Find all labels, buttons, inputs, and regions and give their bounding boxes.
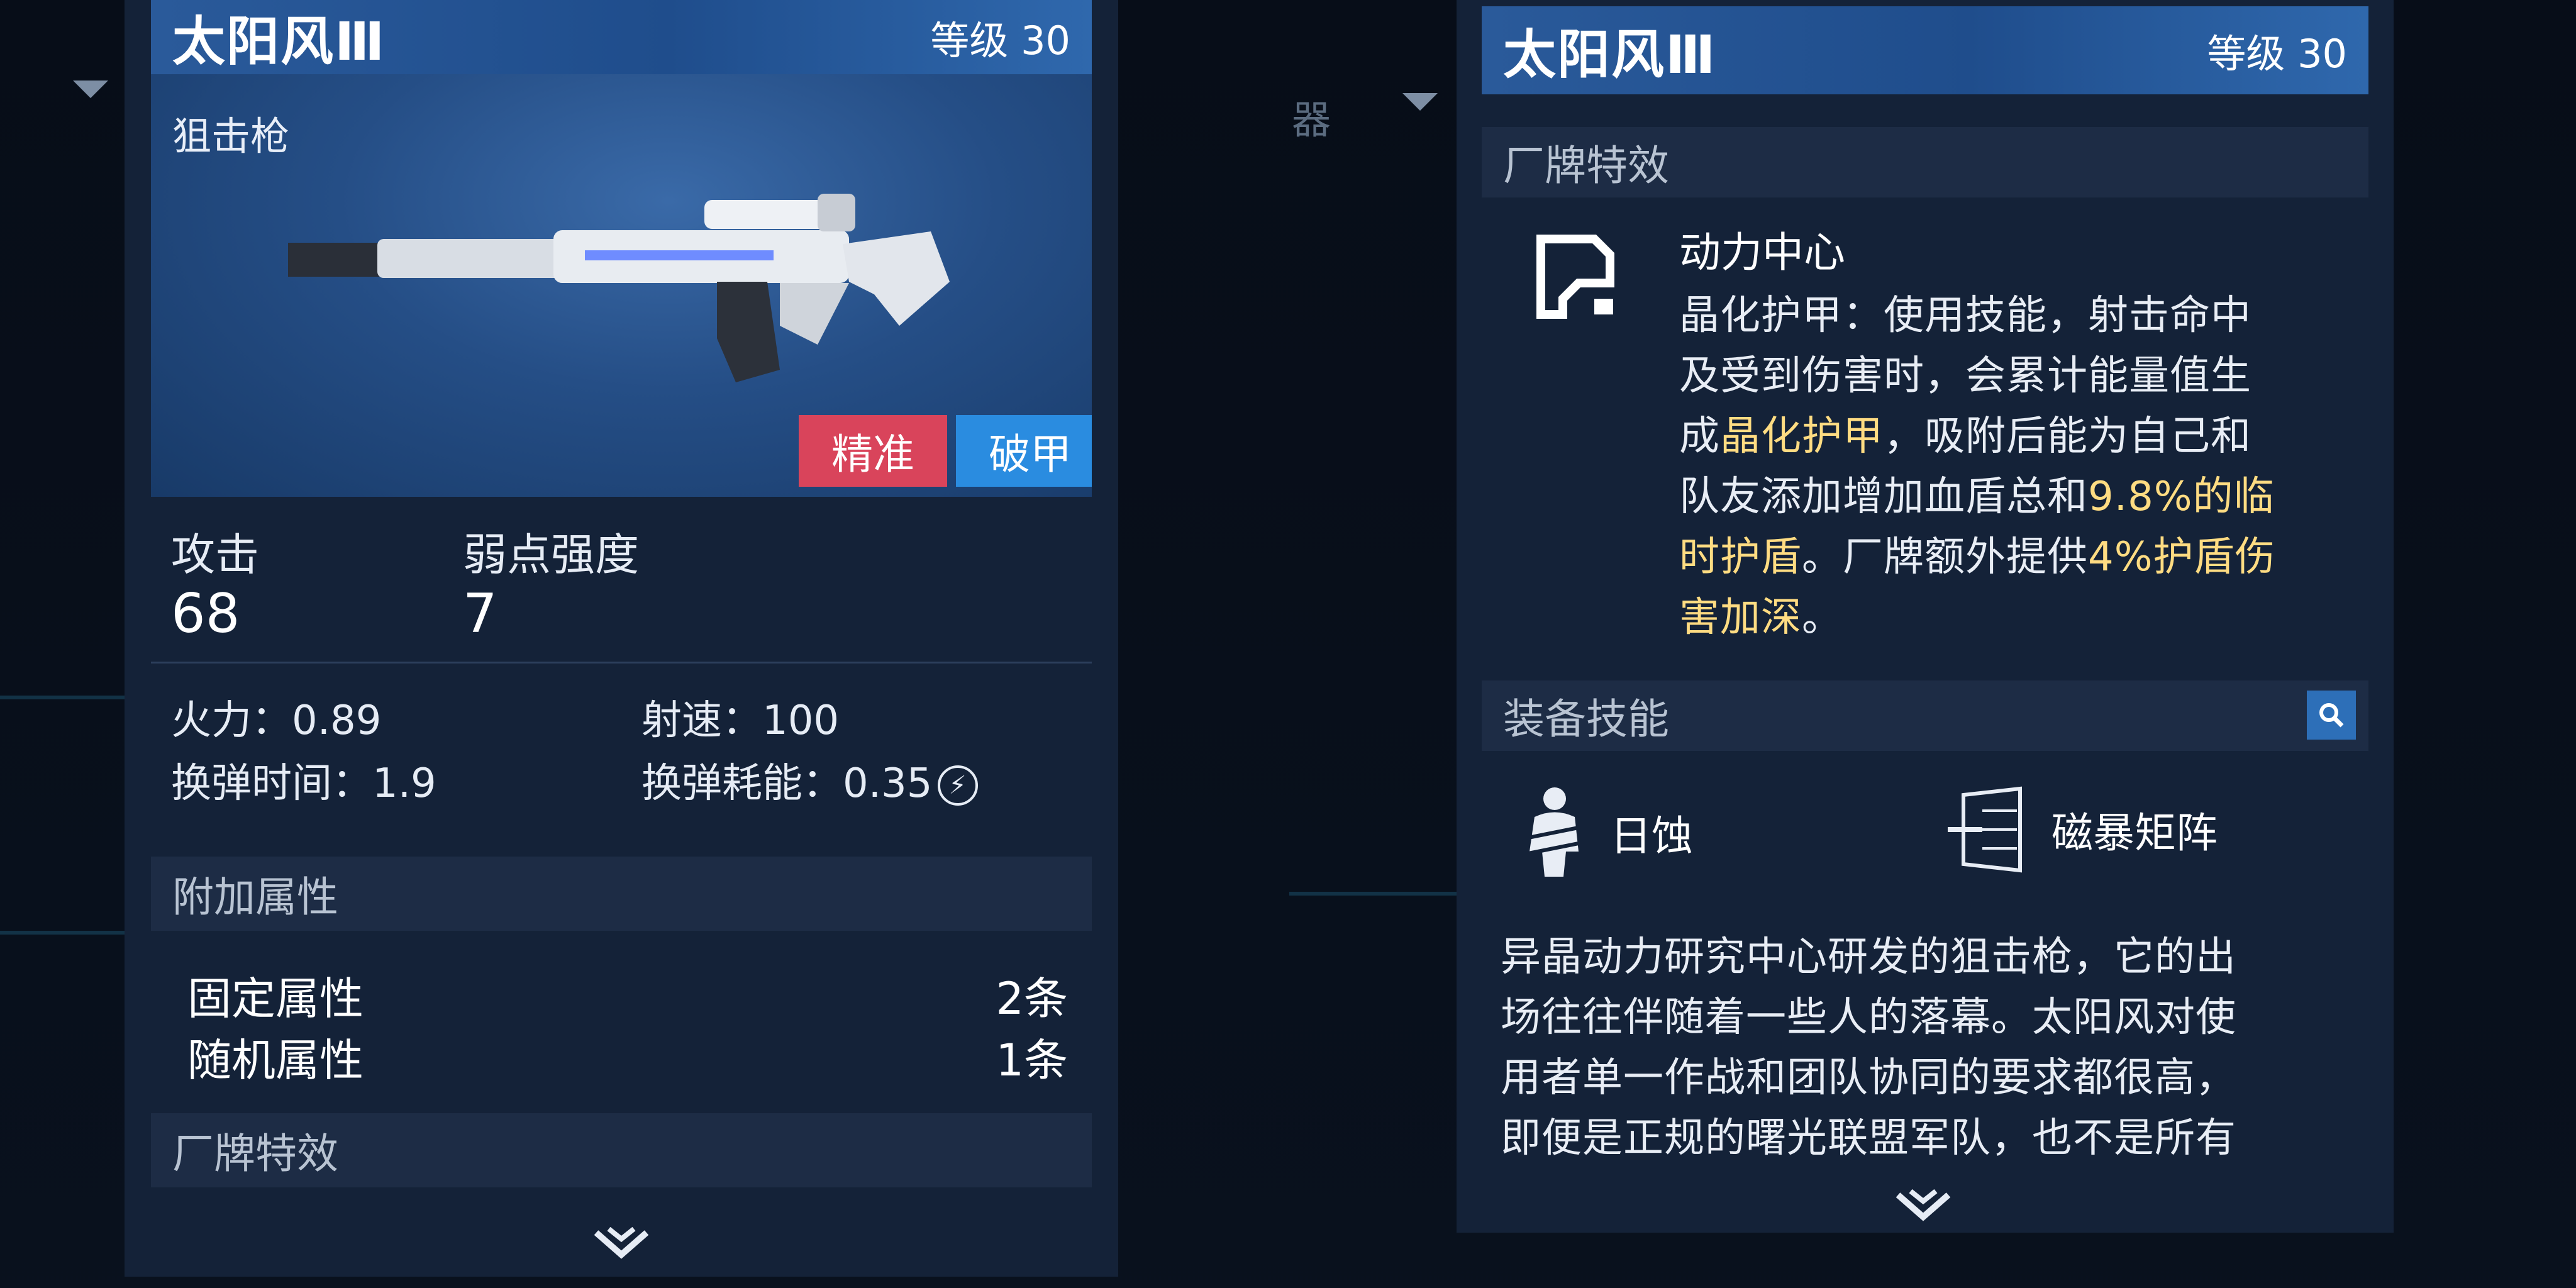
- stats-divider: [151, 662, 1092, 663]
- firepower-stat: 火力：0.89: [171, 697, 382, 744]
- lore-line: 用者单一作战和团队协同的要求都很高，: [1501, 1055, 2236, 1101]
- weakpoint-label: 弱点强度: [463, 529, 639, 580]
- chevron-down-icon[interactable]: [1892, 1189, 1955, 1226]
- brand-detail-panel: 太阳风Ⅲ 等级 30 厂牌特效 动力中心 晶化护甲：使用技能，射击命中 及受到伤…: [1457, 0, 2394, 1233]
- attack-value: 68: [171, 582, 240, 645]
- effect-line: 晶化护甲：使用技能，射击命中: [1679, 292, 2251, 339]
- lightning-bolt-icon: ⚡: [937, 765, 978, 806]
- background-rail: [0, 931, 125, 935]
- sniper-rifle-image: [288, 194, 950, 382]
- skill2-label: 磁暴矩阵: [2051, 809, 2218, 857]
- weapon-name: 太阳风Ⅲ: [1503, 23, 1717, 86]
- reload-cost-text: 换弹耗能：0.35: [641, 760, 933, 807]
- tag-precision: 精准: [799, 415, 947, 487]
- weapon-level: 等级 30: [2207, 31, 2347, 77]
- effect-line: 时护盾。厂牌额外提供4%护盾伤: [1679, 534, 2276, 580]
- weapon-level: 等级 30: [930, 18, 1070, 64]
- brand-effect-description: 晶化护甲：使用技能，射击命中 及受到伤害时，会累计能量值生 成晶化护甲，吸附后能…: [1679, 286, 2377, 648]
- magnetic-matrix-icon: [1948, 786, 2022, 873]
- reload-time-stat: 换弹时间：1.9: [171, 760, 436, 807]
- brand-effect-header: 厂牌特效: [151, 1113, 1092, 1187]
- fixed-attr-label: 固定属性: [187, 973, 364, 1024]
- search-button[interactable]: [2307, 691, 2356, 740]
- power-center-logo-icon: [1536, 235, 1614, 319]
- random-attr-value: 1条: [996, 1035, 1068, 1086]
- weapon-lore-description[interactable]: 异晶动力研究中心研发的狙击枪，它的出 场往往伴随着一些人的落幕。太阳风对使 用者…: [1501, 927, 2368, 1162]
- skill-magnetic-matrix[interactable]: 磁暴矩阵: [1945, 782, 2218, 877]
- weapon-name: 太阳风Ⅲ: [172, 10, 386, 72]
- effect-line: 害加深。: [1679, 594, 1843, 641]
- effect-line: 成晶化护甲，吸附后能为自己和: [1679, 413, 2251, 460]
- weakpoint-value: 7: [463, 582, 497, 645]
- weapon-title-bar: 太阳风Ⅲ 等级 30: [1482, 6, 2368, 94]
- highlight-damage-amplify: 害加深: [1679, 594, 1802, 641]
- background-dropdown-chevron-icon: [73, 80, 108, 98]
- effect-line: 队友添加增加血盾总和9.8%的临: [1679, 474, 2275, 520]
- effect-line: 及受到伤害时，会累计能量值生: [1679, 353, 2251, 399]
- weapon-title-bar: 太阳风Ⅲ 等级 30: [151, 0, 1092, 74]
- search-icon: [2319, 703, 2344, 728]
- tag-armor-pierce: 破甲: [956, 415, 1092, 487]
- fixed-attr-value: 2条: [996, 973, 1068, 1024]
- background-rail: [1289, 892, 1457, 896]
- highlight-shield-damage: 4%护盾伤: [2088, 534, 2276, 580]
- background-rail: [0, 696, 125, 699]
- skill1-label: 日蚀: [1610, 812, 1693, 860]
- weapon-showcase: 狙击枪 精准 破甲: [151, 74, 1092, 497]
- attack-label: 攻击: [171, 529, 259, 580]
- extra-attributes-header: 附加属性: [151, 857, 1092, 931]
- highlight-temp-shield: 时护盾: [1679, 534, 1802, 580]
- brand-effect-header: 厂牌特效: [1482, 127, 2368, 197]
- lore-line: 场往往伴随着一些人的落幕。太阳风对使: [1501, 994, 2236, 1041]
- reload-cost-stat: 换弹耗能：0.35 ⚡: [641, 751, 978, 809]
- brand-name: 动力中心: [1679, 228, 1845, 277]
- random-attr-label: 随机属性: [187, 1035, 364, 1086]
- chevron-down-icon[interactable]: [590, 1226, 653, 1264]
- skill-eclipse[interactable]: 日蚀: [1516, 782, 1693, 883]
- background-dropdown-chevron-icon: [1402, 93, 1438, 111]
- equipment-skills-header: 装备技能: [1482, 680, 2368, 751]
- lore-line: 异晶动力研究中心研发的狙击枪，它的出: [1501, 934, 2236, 980]
- background-dropdown-label: 器: [1292, 97, 1331, 143]
- eclipse-figure-icon: [1521, 787, 1585, 877]
- fire-rate-stat: 射速：100: [641, 697, 840, 744]
- lore-line: 即便是正规的曙光联盟军队，也不是所有: [1501, 1115, 2236, 1162]
- weapon-detail-panel: 太阳风Ⅲ 等级 30 狙击枪 精准 破甲 攻击 68 弱点强度 7 火力：0.8…: [125, 0, 1118, 1277]
- highlight-shield-value: 9.8%的临: [2088, 474, 2275, 520]
- highlight-crystal-armor: 晶化护甲: [1720, 413, 1884, 460]
